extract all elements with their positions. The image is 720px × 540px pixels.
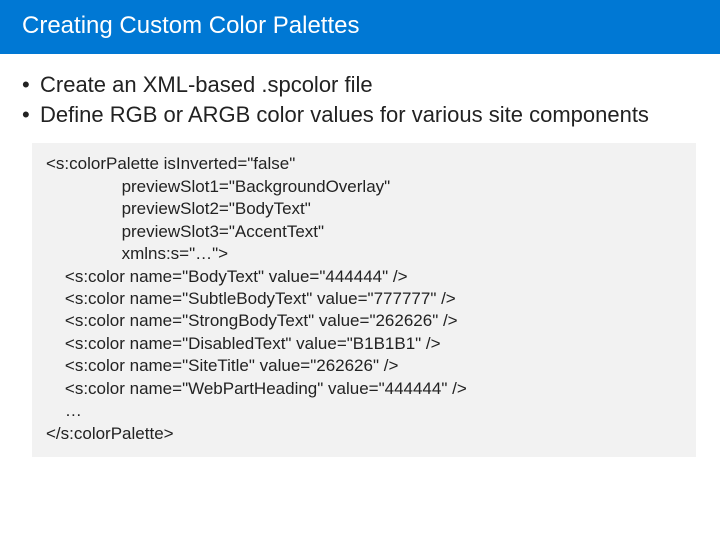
bullet-text: Define RGB or ARGB color values for vari… xyxy=(40,102,649,127)
slide-content: Create an XML-based .spcolor file Define… xyxy=(0,54,720,457)
code-line: previewSlot1="BackgroundOverlay" xyxy=(46,177,390,196)
slide-title: Creating Custom Color Palettes xyxy=(22,12,359,39)
bullet-text: Create an XML-based .spcolor file xyxy=(40,72,373,97)
slide-title-bar: Creating Custom Color Palettes xyxy=(0,0,720,54)
code-line: </s:colorPalette> xyxy=(46,424,174,443)
bullet-item: Create an XML-based .spcolor file xyxy=(22,70,698,100)
code-line: <s:color name="DisabledText" value="B1B1… xyxy=(46,334,441,353)
code-line: <s:color name="SiteTitle" value="262626"… xyxy=(46,356,398,375)
code-line: <s:color name="StrongBodyText" value="26… xyxy=(46,311,458,330)
code-line: … xyxy=(46,401,82,420)
code-line: <s:color name="SubtleBodyText" value="77… xyxy=(46,289,456,308)
code-line: <s:color name="WebPartHeading" value="44… xyxy=(46,379,467,398)
code-line: xmlns:s="…"> xyxy=(46,244,228,263)
code-line: previewSlot3="AccentText" xyxy=(46,222,324,241)
code-sample: <s:colorPalette isInverted="false" previ… xyxy=(32,143,696,457)
code-line: previewSlot2="BodyText" xyxy=(46,199,311,218)
bullet-list: Create an XML-based .spcolor file Define… xyxy=(22,70,698,129)
code-line: <s:color name="BodyText" value="444444" … xyxy=(46,267,408,286)
code-line: <s:colorPalette isInverted="false" xyxy=(46,154,295,173)
bullet-item: Define RGB or ARGB color values for vari… xyxy=(22,100,698,130)
